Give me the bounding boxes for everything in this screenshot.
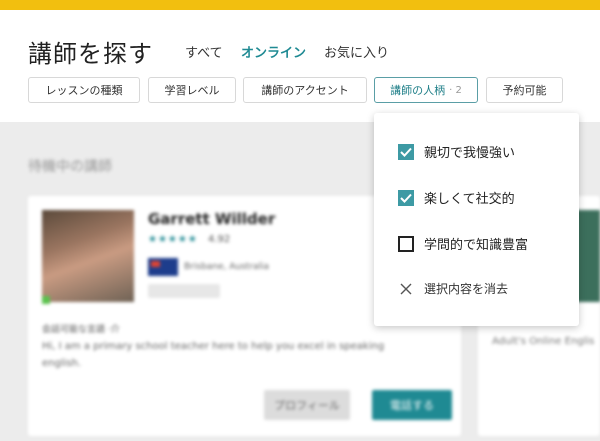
personality-filter-dropdown: 親切で我慢強い 楽しくて社交的 学問的で知識豊富 選択内容を消去	[374, 113, 579, 326]
filter-label: 学習レベル	[164, 84, 220, 97]
filter-label: 講師のアクセント	[261, 84, 349, 97]
tutor-description: Hi, I am a primary school teacher here t…	[42, 341, 385, 369]
option-academic-knowledgeable[interactable]: 学問的で知識豊富	[398, 234, 528, 253]
star-rating-icon: ★★★★★	[148, 234, 198, 245]
flag-icon	[148, 258, 178, 276]
option-label: 学問的で知識豊富	[424, 238, 529, 253]
online-status-icon	[42, 296, 50, 304]
tutor-badge	[148, 284, 220, 298]
description-heading: 会話可能な言語 ·介	[42, 325, 120, 335]
filter-accent-button[interactable]: 講師のアクセント	[243, 77, 367, 103]
rating-value: 4.92	[208, 234, 231, 245]
section-label: 待機中の講師	[28, 159, 112, 175]
top-accent-bar	[0, 0, 600, 10]
tutor-name[interactable]: Garrett Willder	[148, 210, 275, 228]
filter-lesson-type-button[interactable]: レッスンの種類	[28, 77, 140, 103]
option-label: 楽しくて社交的	[424, 192, 515, 207]
tutor-location: Brisbane, Australia	[184, 262, 270, 272]
call-button[interactable]: 電話する	[372, 390, 452, 420]
option-kind-patient[interactable]: 親切で我慢強い	[398, 142, 515, 161]
close-icon	[398, 281, 414, 297]
profile-button[interactable]: プロフィール	[264, 390, 350, 420]
tutor-description: Adult's Online Englis	[492, 336, 595, 347]
filter-level-button[interactable]: 学習レベル	[148, 77, 236, 103]
filter-personality-button[interactable]: 講師の人柄 · 2	[374, 77, 478, 103]
checkbox-unchecked-icon[interactable]	[398, 235, 414, 252]
filter-count-badge: · 2	[449, 84, 462, 96]
page-title: 講師を探す	[28, 40, 153, 68]
clear-selection-button[interactable]: 選択内容を消去	[398, 280, 508, 297]
option-fun-social[interactable]: 楽しくて社交的	[398, 188, 515, 207]
header: 講師を探す すべて オンライン お気に入り レッスンの種類 学習レベル 講師のア…	[0, 10, 600, 122]
avatar[interactable]	[42, 210, 134, 302]
tab-favorites[interactable]: お気に入り	[324, 42, 389, 61]
clear-selection-label: 選択内容を消去	[424, 282, 509, 296]
checkbox-checked-icon[interactable]	[398, 143, 414, 160]
option-label: 親切で我慢強い	[424, 146, 516, 161]
checkbox-checked-icon[interactable]	[398, 189, 414, 206]
tab-online[interactable]: オンライン	[241, 42, 306, 61]
filter-label: レッスンの種類	[45, 84, 123, 97]
filter-availability-button[interactable]: 予約可能	[486, 77, 563, 103]
tab-all[interactable]: すべて	[185, 42, 223, 61]
filter-label: 予約可能	[502, 84, 547, 97]
filter-label: 講師の人柄	[390, 84, 446, 97]
